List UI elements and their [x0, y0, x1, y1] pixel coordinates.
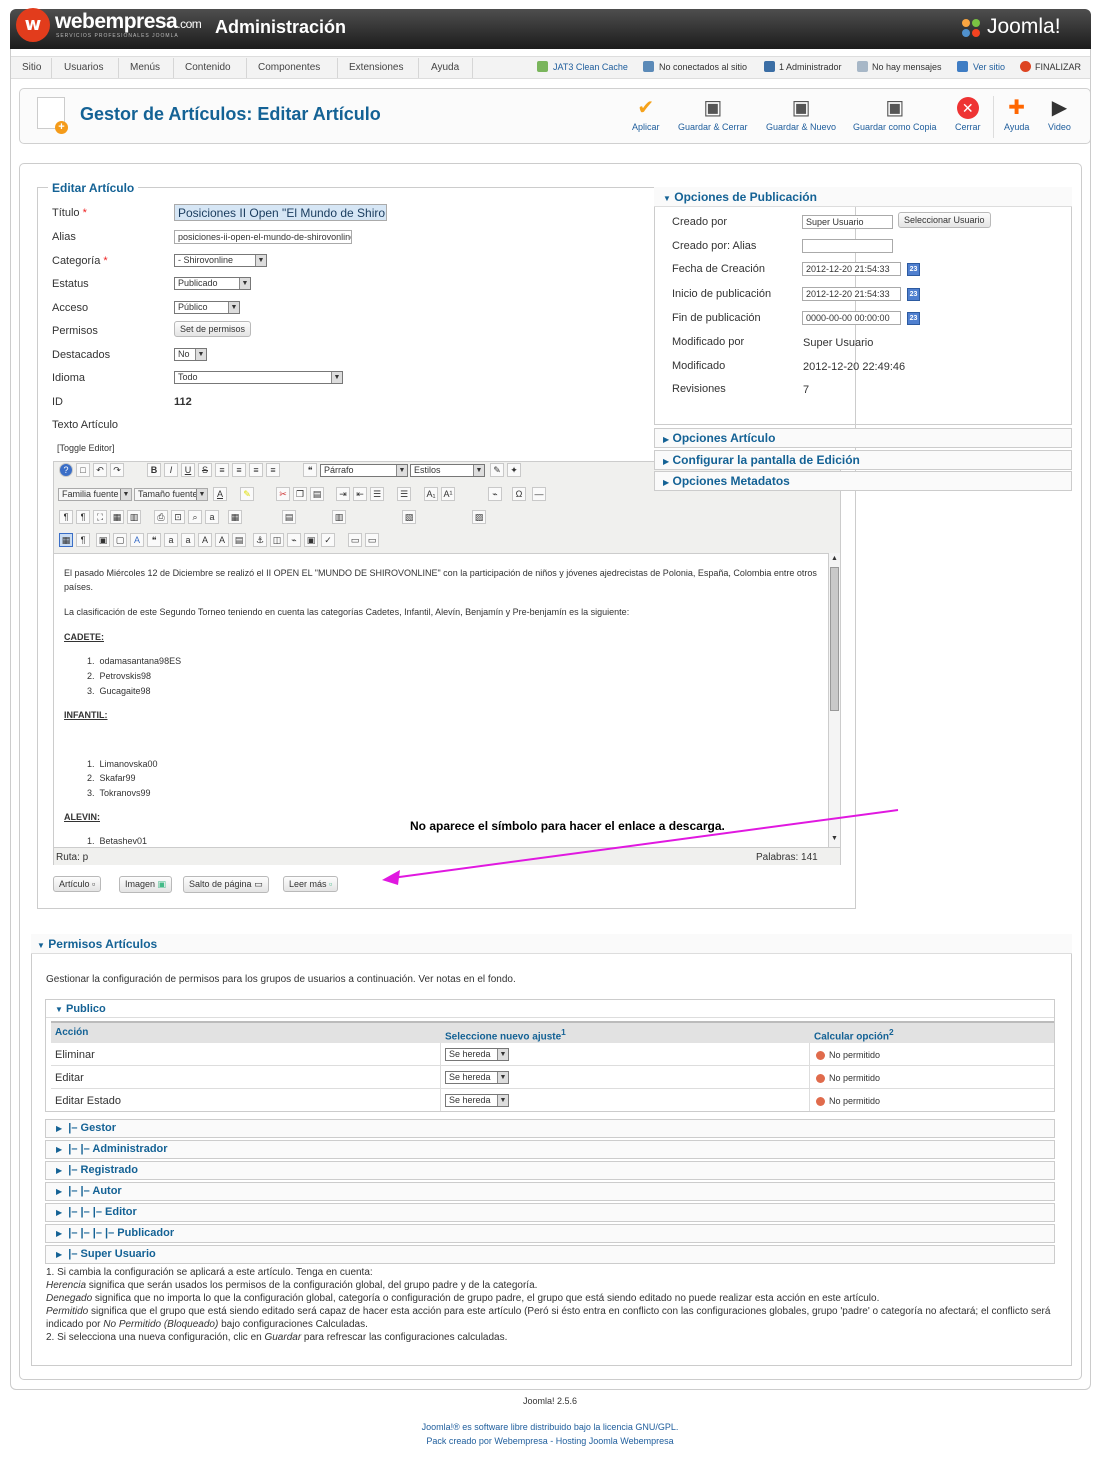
footer-version: Joomla! 2.5.6	[522, 1396, 578, 1406]
admin-title: Administración	[215, 17, 347, 37]
joomla-mark-icon	[962, 19, 980, 37]
joomla-logo: Joomla!	[987, 15, 1061, 38]
outer-frame	[10, 49, 1091, 1390]
page: w webempresa.com SERVICIOS PROFESIONALES…	[0, 0, 1100, 1468]
brand-name: webempresa.com	[55, 10, 202, 33]
webempresa-logo-icon: w	[16, 8, 50, 42]
footer-license[interactable]: Joomla!® es software libre distribuido b…	[0, 1422, 1100, 1432]
footer-pack[interactable]: Pack creado por Webempresa - Hosting Joo…	[0, 1436, 1100, 1446]
brand-subtitle: SERVICIOS PROFESIONALES JOOMLA	[56, 33, 179, 39]
